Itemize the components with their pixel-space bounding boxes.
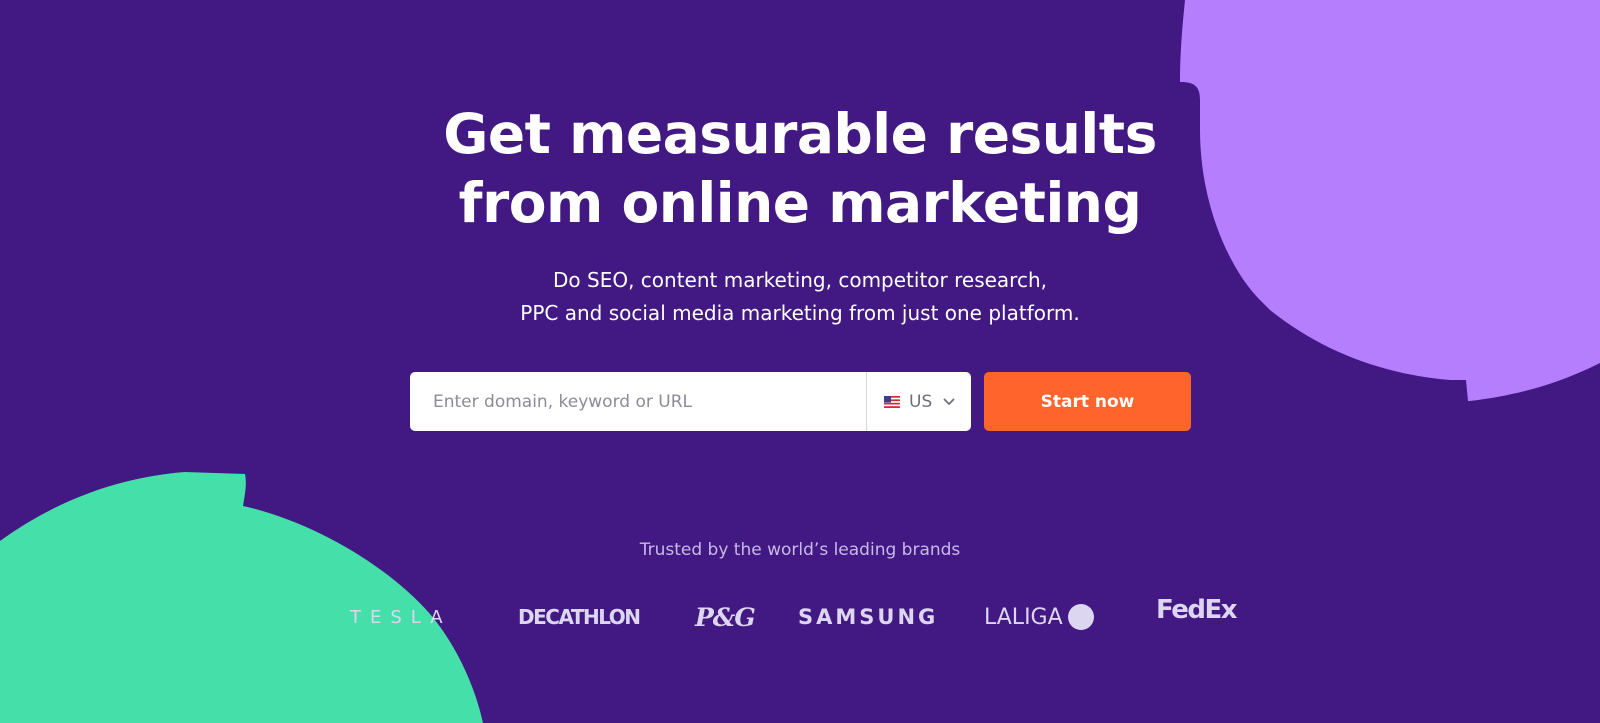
database-label: US xyxy=(909,391,933,412)
chevron-down-icon xyxy=(943,398,955,405)
search-form: US xyxy=(410,372,971,431)
us-flag-icon xyxy=(884,395,900,408)
database-select[interactable]: US xyxy=(866,372,971,431)
start-now-button[interactable]: Start now xyxy=(984,372,1191,431)
trusted-brands-label: Trusted by the world’s leading brands xyxy=(639,540,961,560)
ea-sports-badge-icon xyxy=(1067,604,1094,630)
hero-subheadline-line-1: Do SEO, content marketing, competitor re… xyxy=(553,268,1047,292)
hero-section: Get measurable results from online marke… xyxy=(0,0,1600,723)
search-input[interactable] xyxy=(410,372,866,431)
brand-logos: TESLA DECATHLON P&G SAMSUNG LALIGA FedEx xyxy=(0,595,1600,645)
laliga-logo: LALIGA xyxy=(984,595,1094,639)
hero-subheadline-line-2: PPC and social media marketing from just… xyxy=(520,301,1080,325)
decathlon-logo: DECATHLON xyxy=(518,605,641,629)
hero-subheadline: Do SEO, content marketing, competitor re… xyxy=(0,264,1600,330)
tesla-logo: TESLA xyxy=(350,606,452,628)
laliga-logo-text: LALIGA xyxy=(984,604,1063,630)
fedex-logo: FedEx xyxy=(1156,595,1237,625)
pg-logo: P&G xyxy=(695,602,756,632)
hero-headline: Get measurable results from online marke… xyxy=(0,100,1600,238)
samsung-logo: SAMSUNG xyxy=(798,605,939,629)
hero-headline-line-1: Get measurable results xyxy=(443,102,1157,166)
hero-headline-line-2: from online marketing xyxy=(458,171,1142,235)
